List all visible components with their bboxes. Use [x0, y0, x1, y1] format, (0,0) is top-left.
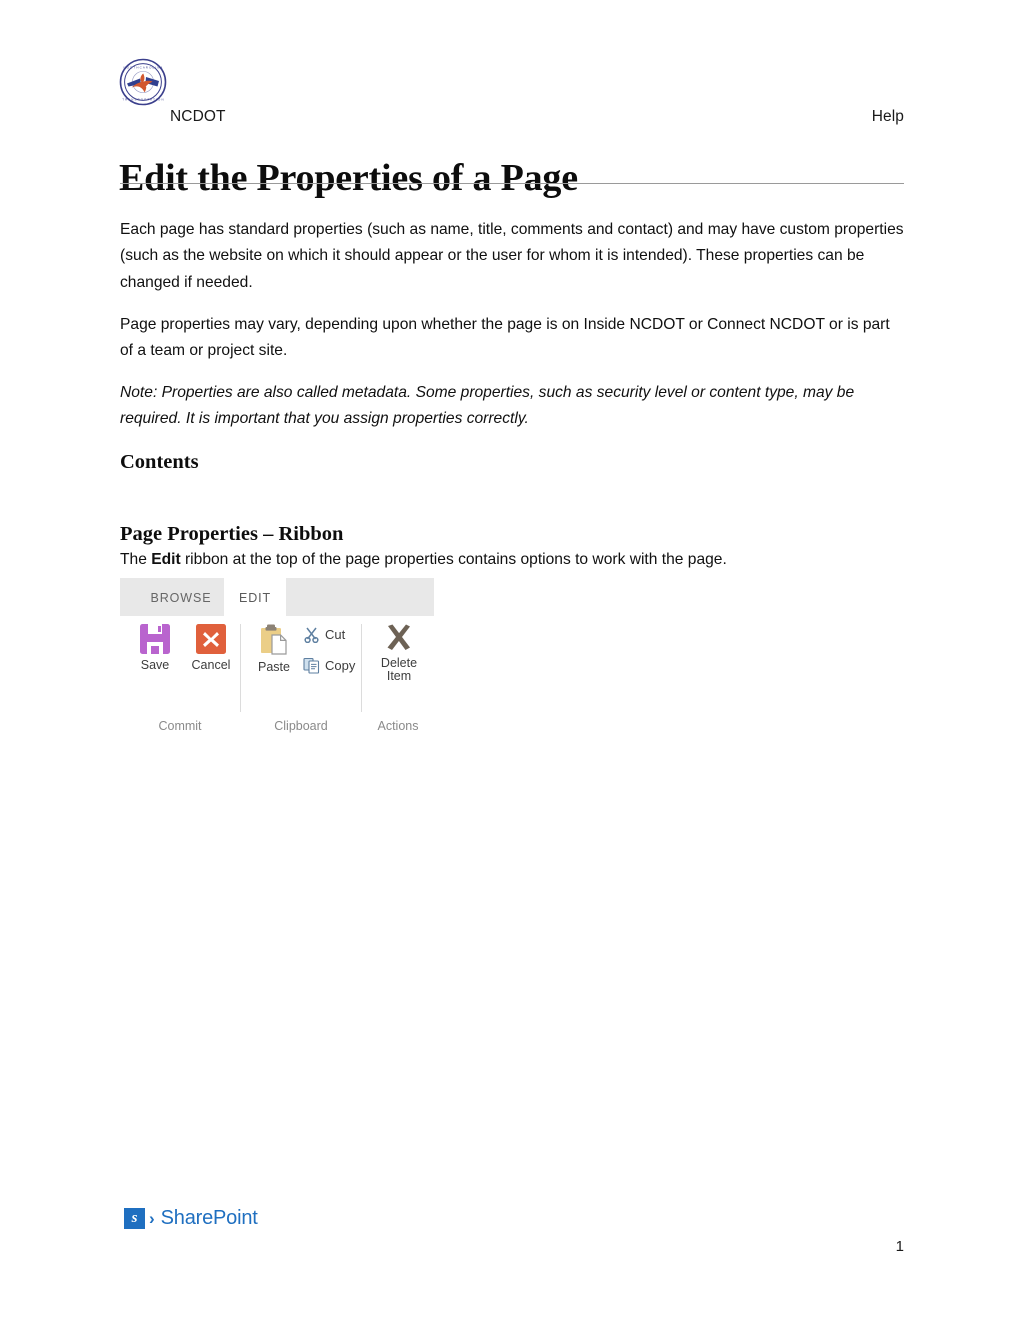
note-paragraph: Note: Properties are also called metadat… — [120, 383, 855, 428]
ribbon-content: Save Cancel Commit Paste Cut Copy Clipbo… — [120, 616, 434, 736]
chevron-right-icon: › — [149, 1208, 155, 1228]
ribbon-group-label-clipboard: Clipboard — [274, 719, 328, 733]
variation-paragraph: Page properties may vary, depending upon… — [120, 315, 890, 360]
tab-browse[interactable]: BROWSE — [138, 578, 224, 616]
clipboard-icon — [247, 622, 301, 658]
save-button[interactable]: Save — [126, 622, 184, 672]
paste-button[interactable]: Paste — [247, 622, 301, 674]
title-divider — [120, 183, 904, 184]
cancel-button-label: Cancel — [191, 658, 231, 672]
cut-button[interactable]: Cut — [303, 626, 345, 643]
sharepoint-logo: s › SharePoint — [124, 1207, 258, 1229]
sharepoint-mark-icon: s — [124, 1207, 145, 1229]
copy-documents-icon — [303, 657, 320, 674]
sharepoint-wordmark: SharePoint — [160, 1207, 258, 1229]
ribbon-group-actions: Delete Item Actions — [362, 616, 434, 736]
cancel-button[interactable]: Cancel — [182, 622, 240, 672]
ribbon-group-label-actions: Actions — [377, 719, 419, 733]
page-title: Edit the Properties of a Page — [119, 157, 578, 200]
section-intro-paragraph: The Edit ribbon at the top of the page p… — [120, 547, 906, 574]
intro-paragraph: Each page has standard properties (such … — [120, 220, 904, 291]
section-intro-after: ribbon at the top of the page properties… — [180, 550, 727, 568]
contents-heading: Contents — [120, 451, 199, 473]
save-button-label: Save — [140, 658, 170, 672]
ribbon-group-label-commit: Commit — [158, 719, 202, 733]
ribbon-group-commit: Save Cancel Commit — [120, 616, 240, 736]
document-header: NCDOT Help — [120, 108, 904, 126]
delete-item-button-label-line2: Item — [386, 669, 412, 683]
ribbon-group-clipboard: Paste Cut Copy Clipboard — [241, 616, 361, 736]
section-intro-emphasis: Edit — [151, 550, 181, 568]
paste-button-label: Paste — [258, 660, 290, 674]
tab-edit[interactable]: EDIT — [224, 578, 286, 616]
floppy-disk-icon — [126, 622, 184, 656]
document-page: N O R T H C A R O L I N A T R A N S P O … — [0, 0, 1020, 1320]
svg-text:T R A N S P O R T A T I O N: T R A N S P O R T A T I O N — [122, 98, 164, 102]
svg-text:N O R T H C A R O L I N A: N O R T H C A R O L I N A — [124, 66, 163, 70]
cut-button-label: Cut — [325, 627, 346, 642]
copy-button[interactable]: Copy — [303, 657, 355, 674]
copy-button-label: Copy — [325, 658, 356, 673]
cancel-x-icon — [182, 622, 240, 656]
section-intro-before: The — [120, 550, 152, 568]
ncdot-seal-logo-icon: N O R T H C A R O L I N A T R A N S P O … — [119, 58, 167, 106]
ribbon-tab-bar: BROWSE EDIT — [120, 578, 434, 616]
delete-item-button[interactable]: Delete Item — [366, 622, 432, 683]
organization-label: NCDOT — [170, 108, 226, 125]
scissors-icon — [303, 626, 320, 643]
help-link[interactable]: Help — [872, 108, 904, 126]
page-number: 1 — [895, 1238, 904, 1255]
sharepoint-ribbon-screenshot: BROWSE EDIT Save Cancel Commit Paste Cut… — [120, 578, 434, 736]
delete-x-icon — [366, 622, 432, 654]
